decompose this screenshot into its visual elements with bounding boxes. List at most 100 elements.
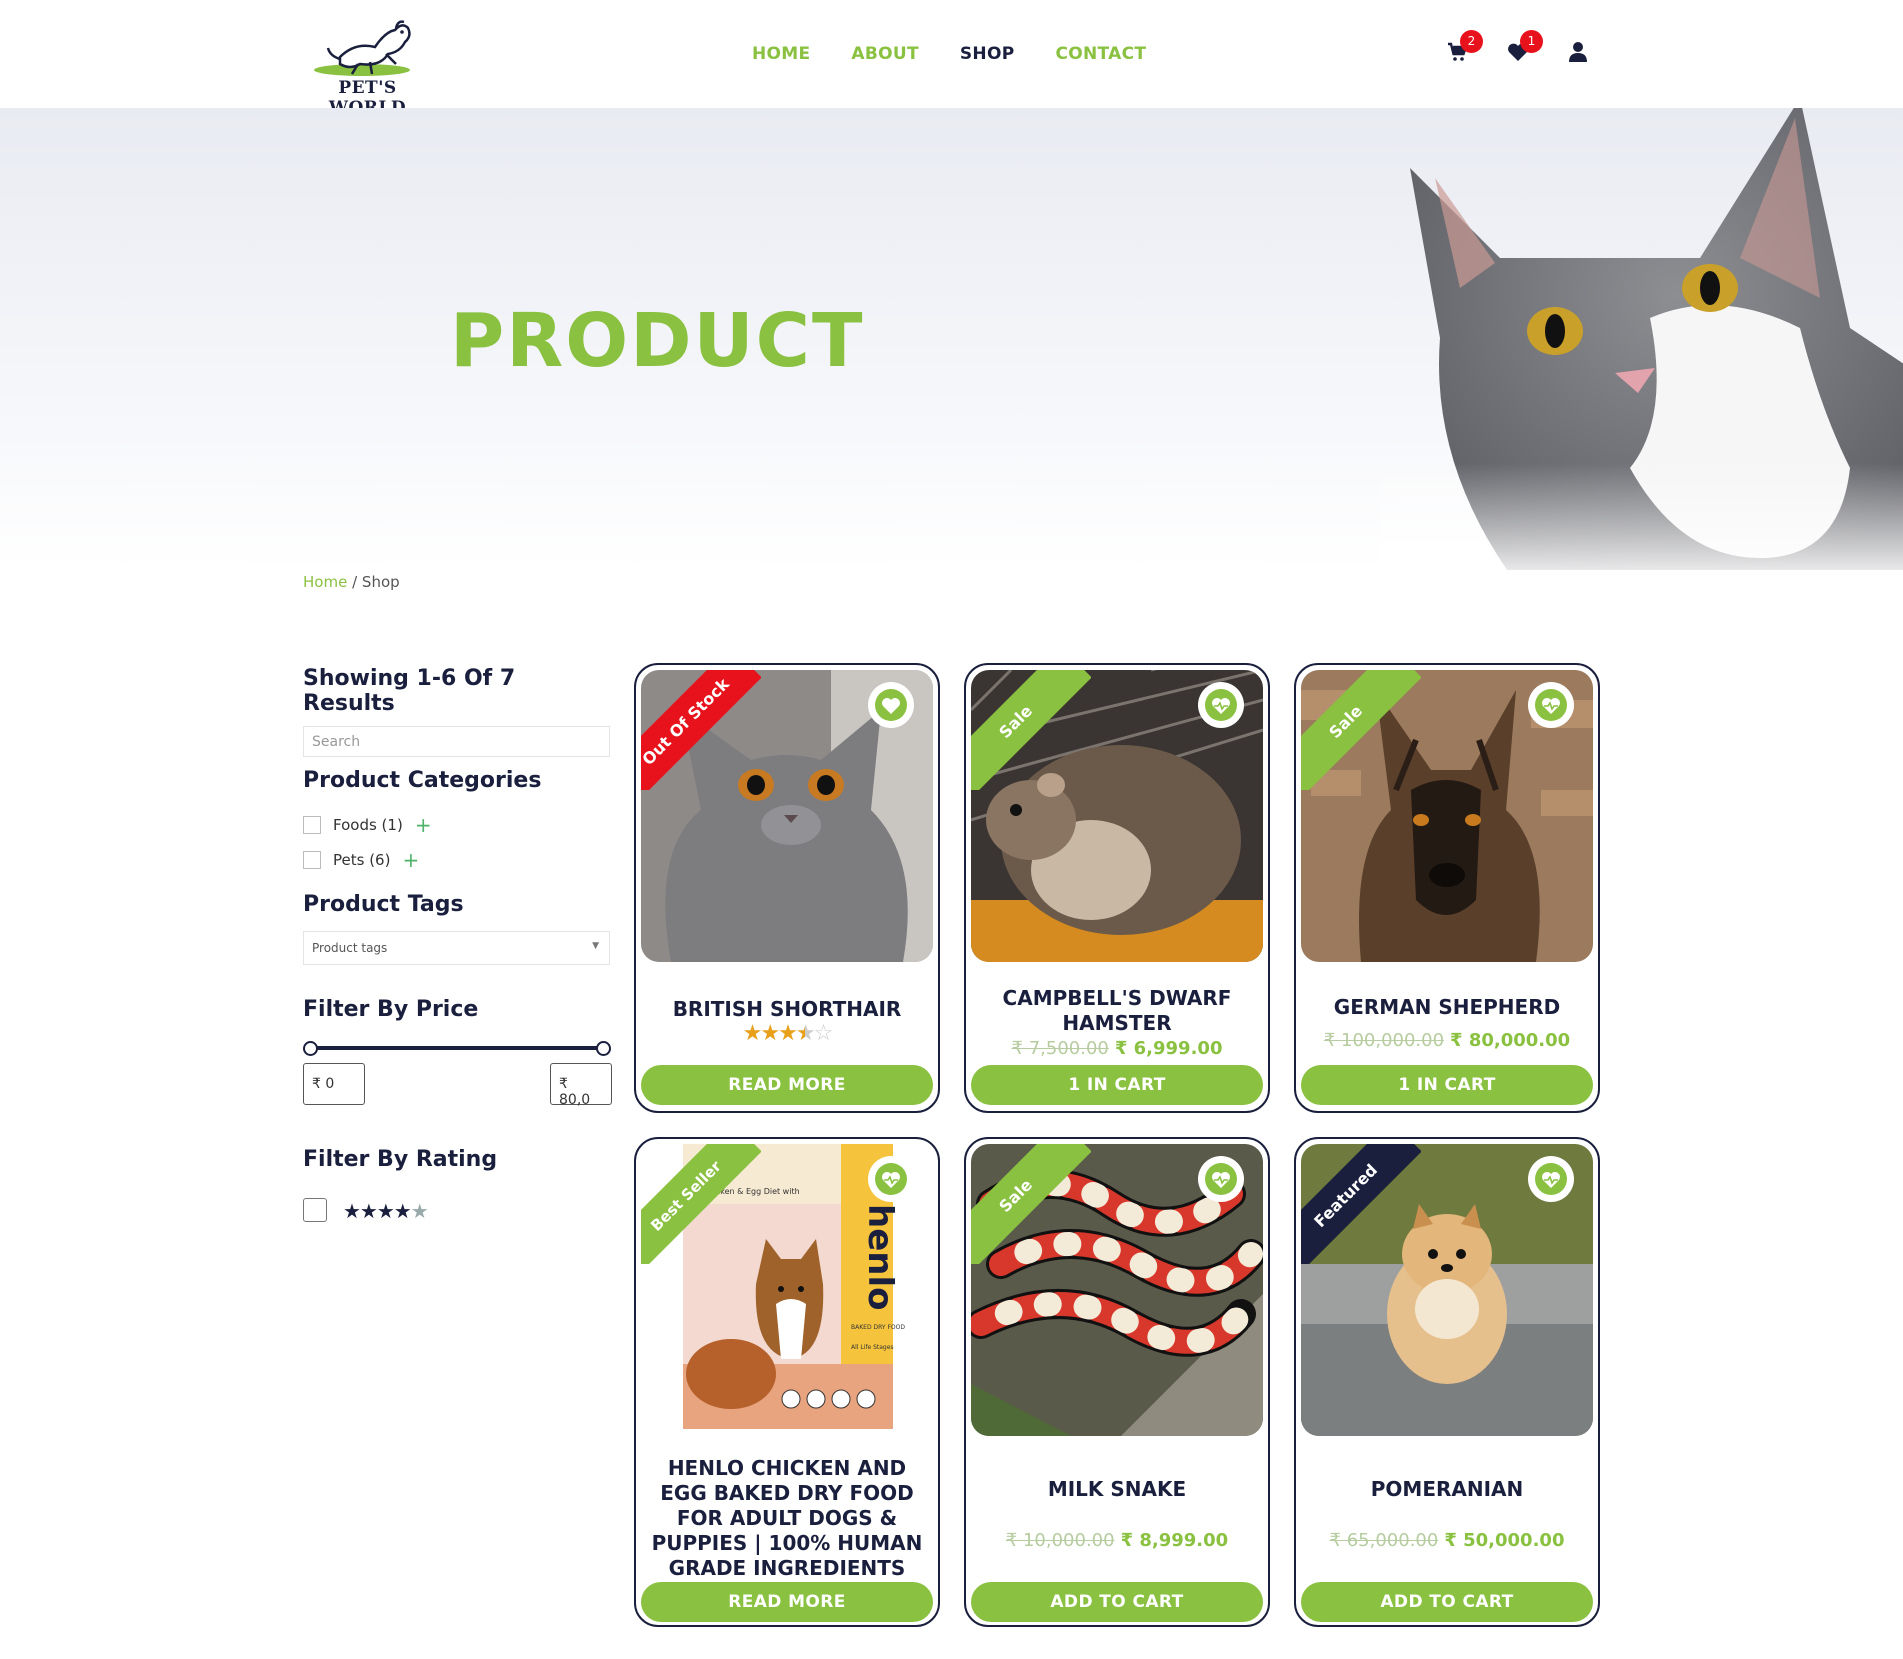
product-card[interactable]: Sale CAMPBELL'S DWARF HAMSTER ₹ 7,500.00… (964, 663, 1270, 1113)
tags-heading: Product Tags (303, 892, 464, 917)
rating-checkbox[interactable] (303, 1198, 327, 1222)
product-price: ₹ 10,000.00 ₹ 8,999.00 (966, 1530, 1268, 1551)
ribbon-label: Sale (1301, 670, 1421, 790)
category-foods[interactable]: Foods (1) + (303, 813, 432, 837)
heart-pulse-icon (1205, 689, 1237, 721)
product-name[interactable]: MILK SNAKE (966, 1477, 1268, 1502)
wishlist-toggle[interactable] (868, 682, 914, 728)
price-max-input[interactable]: ₹ 80,0 (550, 1063, 612, 1108)
sale-price: ₹ 50,000.00 (1444, 1530, 1565, 1551)
read-more-button[interactable]: READ MORE (641, 1582, 933, 1622)
page-title: PRODUCT (450, 298, 865, 384)
sale-price: ₹ 80,000.00 (1450, 1030, 1571, 1051)
price-slider[interactable] (303, 1038, 613, 1058)
ribbon-label: Featured (1301, 1144, 1421, 1264)
cart-count-badge: 2 (1460, 30, 1483, 53)
product-ribbon: Sale (971, 1144, 1091, 1264)
add-to-cart-button[interactable]: ADD TO CART (1301, 1582, 1593, 1622)
read-more-button[interactable]: READ MORE (641, 1065, 933, 1105)
wishlist-toggle[interactable] (1198, 682, 1244, 728)
product-name[interactable]: POMERANIAN (1296, 1477, 1598, 1502)
wishlist-toggle[interactable] (1198, 1156, 1244, 1202)
heart-pulse-icon (1535, 689, 1567, 721)
product-card[interactable]: Featured POMERANIAN ₹ 65,000.00 ₹ 50,000.… (1294, 1137, 1600, 1627)
product-rating: ★★★★☆ (742, 1021, 834, 1046)
user-icon (1569, 42, 1587, 62)
breadcrumb: Home / Shop (303, 573, 400, 591)
product-card[interactable]: Out Of Stock BRITISH SHORTHAIR ★★★★☆ REA… (634, 663, 940, 1113)
product-card[interactable]: henlo Chicken & Egg Diet with BAKED DRY … (634, 1137, 940, 1627)
slider-min-handle[interactable] (303, 1041, 318, 1056)
product-image[interactable]: Sale (971, 670, 1263, 962)
cat-image (1380, 108, 1903, 570)
product-image[interactable]: Sale (971, 1144, 1263, 1436)
categories-heading: Product Categories (303, 768, 542, 793)
product-image[interactable]: Out Of Stock (641, 670, 933, 962)
ribbon-label: Sale (971, 670, 1091, 790)
expand-plus-icon[interactable]: + (415, 813, 432, 837)
sale-price: ₹ 8,999.00 (1120, 1530, 1229, 1551)
product-ribbon: Sale (971, 670, 1091, 790)
product-name[interactable]: CAMPBELL'S DWARF HAMSTER (966, 986, 1268, 1036)
wishlist-toggle[interactable] (1528, 1156, 1574, 1202)
product-card[interactable]: Sale GERMAN SHEPHERD ₹ 100,000.00 ₹ 80,00… (1294, 663, 1600, 1113)
wishlist-toggle[interactable] (1528, 682, 1574, 728)
product-name[interactable]: GERMAN SHEPHERD (1296, 995, 1598, 1020)
breadcrumb-home[interactable]: Home (303, 573, 347, 591)
dog-logo-icon (314, 20, 411, 76)
old-price: ₹ 65,000.00 (1329, 1530, 1439, 1551)
cart-button[interactable]: 2 (1446, 30, 1483, 64)
product-name[interactable]: HENLO CHICKEN AND EGG BAKED DRY FOOD FOR… (636, 1456, 938, 1581)
rating-filter-stars: ★★★★★ (343, 1199, 429, 1223)
nav-about[interactable]: ABOUT (851, 44, 918, 64)
nav-home[interactable]: HOME (752, 44, 810, 64)
slider-track (309, 1046, 607, 1050)
product-ribbon: Out Of Stock (641, 670, 761, 790)
product-tags-select[interactable]: Product tags ▼ (303, 931, 610, 965)
product-image[interactable]: Featured (1301, 1144, 1593, 1436)
product-image[interactable]: Sale (1301, 670, 1593, 962)
category-checkbox[interactable] (303, 816, 321, 834)
category-pets[interactable]: Pets (6) + (303, 848, 419, 872)
wishlist-toggle[interactable] (868, 1156, 914, 1202)
product-image[interactable]: henlo Chicken & Egg Diet with BAKED DRY … (641, 1144, 933, 1436)
in-cart-button[interactable]: 1 IN CART (1301, 1065, 1593, 1105)
product-ribbon: Featured (1301, 1144, 1421, 1264)
product-price: ₹ 100,000.00 ₹ 80,000.00 (1296, 1030, 1598, 1051)
tags-select-value: Product tags (312, 941, 388, 955)
add-to-cart-button[interactable]: ADD TO CART (971, 1582, 1263, 1622)
search-input[interactable]: Search (303, 726, 610, 757)
nav-shop[interactable]: SHOP (960, 44, 1015, 64)
wishlist-button[interactable]: 1 (1506, 30, 1543, 64)
main-nav: HOME ABOUT SHOP CONTACT (752, 44, 1146, 64)
price-heading: Filter By Price (303, 997, 479, 1022)
in-cart-button[interactable]: 1 IN CART (971, 1065, 1263, 1105)
breadcrumb-current: Shop (361, 573, 400, 591)
site-header: PET'S WORLD HOME ABOUT SHOP CONTACT 2 1 (0, 0, 1903, 118)
wishlist-count-badge: 1 (1520, 30, 1543, 53)
product-ribbon: Sale (1301, 670, 1421, 790)
breadcrumb-separator: / (352, 573, 358, 591)
rating-heading: Filter By Rating (303, 1147, 498, 1172)
pets-world-logo[interactable]: PET'S WORLD (300, 12, 435, 118)
old-price: ₹ 100,000.00 (1323, 1030, 1445, 1051)
expand-plus-icon[interactable]: + (402, 848, 419, 872)
old-price: ₹ 10,000.00 (1005, 1530, 1115, 1551)
category-label: Foods (1) (333, 816, 403, 834)
heart-pulse-icon (875, 1163, 907, 1195)
ribbon-label: Best Seller (641, 1144, 761, 1264)
category-checkbox[interactable] (303, 851, 321, 869)
account-button[interactable] (1566, 40, 1590, 64)
slider-max-handle[interactable] (596, 1041, 611, 1056)
heart-pulse-icon (1535, 1163, 1567, 1195)
price-min-input[interactable]: ₹ 0 (303, 1063, 365, 1105)
product-name[interactable]: BRITISH SHORTHAIR (636, 997, 938, 1022)
nav-contact[interactable]: CONTACT (1055, 44, 1146, 64)
product-card[interactable]: Sale MILK SNAKE ₹ 10,000.00 ₹ 8,999.00 AD… (964, 1137, 1270, 1627)
package-brand: henlo (860, 1204, 900, 1310)
ribbon-label: Out Of Stock (641, 670, 761, 790)
hero-banner: PRODUCT (0, 108, 1903, 570)
sale-price: ₹ 6,999.00 (1114, 1038, 1223, 1059)
product-ribbon: Best Seller (641, 1144, 761, 1264)
chevron-down-icon: ▼ (592, 941, 599, 951)
